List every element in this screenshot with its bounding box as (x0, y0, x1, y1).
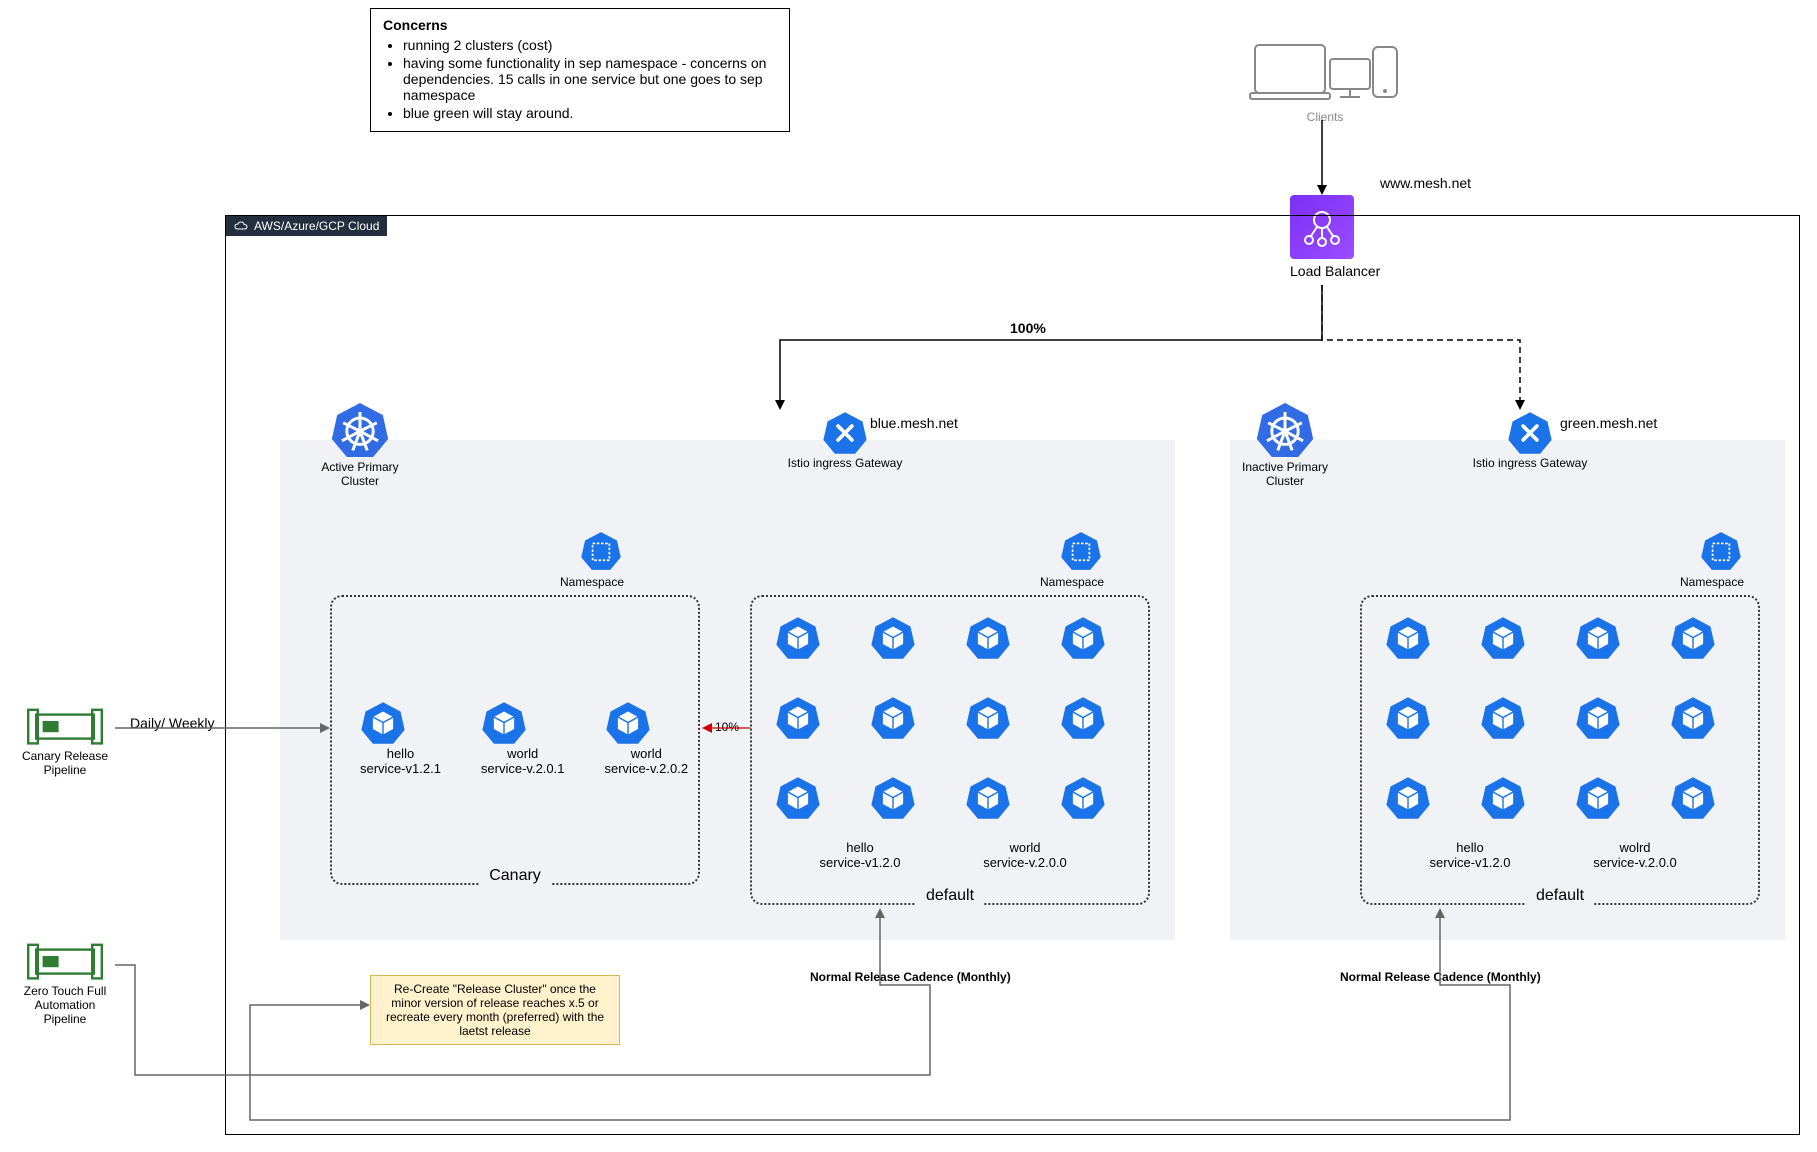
svc-name: hello (1410, 840, 1530, 855)
pipeline-icon (24, 705, 106, 749)
svc-ver: service-v.2.0.1 (481, 761, 565, 776)
blue-domain: blue.mesh.net (870, 415, 958, 431)
cube-icon (1575, 695, 1621, 741)
cube-icon (870, 615, 916, 661)
cadence-green: Normal Release Cadence (Monthly) (1340, 970, 1541, 984)
canary-pipeline: Canary Release Pipeline (15, 705, 115, 777)
cadence-blue: Normal Release Cadence (Monthly) (810, 970, 1011, 984)
concerns-box: Concerns running 2 clusters (cost) havin… (370, 8, 790, 132)
istio-blue-label: Istio ingress Gateway (755, 456, 935, 470)
namespace-icon (1060, 530, 1102, 572)
ns-canary-label: Namespace (560, 575, 624, 589)
service-item: world service-v.2.0.1 (481, 700, 565, 776)
svc-name: hello (800, 840, 920, 855)
concerns-list: running 2 clusters (cost) having some fu… (383, 37, 777, 121)
cube-icon (481, 700, 527, 746)
cube-icon (1670, 615, 1716, 661)
cube-icon (1385, 615, 1431, 661)
svc-name: hello (360, 746, 441, 761)
concerns-item: running 2 clusters (cost) (403, 37, 777, 53)
cube-icon (1480, 775, 1526, 821)
ns-default-blue-name: default (916, 887, 984, 905)
canary-services: hello service-v1.2.1 world service-v.2.0… (360, 700, 688, 776)
service-item: hello service-v1.2.0 (1410, 840, 1530, 870)
ns-default-green-label: Namespace (1680, 575, 1744, 589)
cube-icon (360, 700, 406, 746)
ns-default-green-name: default (1526, 887, 1594, 905)
concerns-item: having some functionality in sep namespa… (403, 55, 777, 103)
cube-icon (1575, 615, 1621, 661)
cube-icon (775, 695, 821, 741)
cube-icon (1060, 615, 1106, 661)
cube-icon (605, 700, 651, 746)
zero-touch-label: Zero Touch Full Automation Pipeline (15, 984, 115, 1026)
green-default-pods (1385, 615, 1720, 830)
cube-icon (1480, 615, 1526, 661)
traffic-100: 100% (1010, 320, 1046, 336)
pipeline-icon (24, 940, 106, 984)
service-item: hello service-v1.2.1 (360, 700, 441, 776)
cube-icon (1670, 775, 1716, 821)
canary-pipeline-label: Canary Release Pipeline (15, 749, 115, 777)
cube-icon (870, 775, 916, 821)
active-cluster-label: Active Primary Cluster (310, 460, 410, 488)
namespace-icon (1700, 530, 1742, 572)
blue-default-pods (775, 615, 1110, 830)
istio-icon (822, 410, 868, 456)
cube-icon (1670, 695, 1716, 741)
clients-label: Clients (1245, 110, 1405, 124)
ns-canary-name: Canary (479, 867, 551, 885)
cube-icon (1575, 775, 1621, 821)
service-item: world service-v.2.0.2 (605, 700, 689, 776)
kubernetes-icon (1255, 400, 1315, 460)
svc-ver: service-v.2.0.0 (1570, 855, 1700, 870)
cube-icon (965, 695, 1011, 741)
svc-name: world (605, 746, 689, 761)
svc-ver: service-v1.2.0 (1410, 855, 1530, 870)
kubernetes-icon (330, 400, 390, 460)
cube-icon (775, 615, 821, 661)
canary-cadence: Daily/ Weekly (130, 715, 215, 731)
namespace-icon (580, 530, 622, 572)
concerns-item: blue green will stay around. (403, 105, 777, 121)
cube-icon (1060, 695, 1106, 741)
cloud-header: AWS/Azure/GCP Cloud (226, 216, 387, 236)
inactive-cluster-label: Inactive Primary Cluster (1235, 460, 1335, 488)
k8s-inactive: Inactive Primary Cluster (1235, 400, 1335, 488)
traffic-10: 10% (715, 720, 739, 734)
cube-icon (870, 695, 916, 741)
cube-icon (1480, 695, 1526, 741)
svc-ver: service-v.2.0.0 (960, 855, 1090, 870)
istio-icon (1507, 410, 1553, 456)
cloud-tag: AWS/Azure/GCP Cloud (254, 219, 379, 233)
clients-icon (1245, 25, 1405, 110)
cube-icon (965, 615, 1011, 661)
cube-icon (775, 775, 821, 821)
k8s-active: Active Primary Cluster (310, 400, 410, 488)
svc-name: wolrd (1570, 840, 1700, 855)
svc-name: world (960, 840, 1090, 855)
cube-icon (1385, 695, 1431, 741)
ns-default-blue-label: Namespace (1040, 575, 1104, 589)
recreate-note: Re-Create "Release Cluster" once the min… (370, 975, 620, 1045)
svc-ver: service-v1.2.1 (360, 761, 441, 776)
lb-domain: www.mesh.net (1380, 175, 1471, 191)
service-item: hello service-v1.2.0 (800, 840, 920, 870)
service-item: world service-v.2.0.0 (960, 840, 1090, 870)
clients-group: Clients (1245, 25, 1405, 124)
green-domain: green.mesh.net (1560, 415, 1657, 431)
cube-icon (965, 775, 1011, 821)
istio-green-label: Istio ingress Gateway (1440, 456, 1620, 470)
cube-icon (1385, 775, 1431, 821)
cloud-icon (234, 221, 248, 232)
zero-touch-pipeline: Zero Touch Full Automation Pipeline (15, 940, 115, 1026)
svc-name: world (481, 746, 565, 761)
svc-ver: service-v1.2.0 (800, 855, 920, 870)
cube-icon (1060, 775, 1106, 821)
svc-ver: service-v.2.0.2 (605, 761, 689, 776)
service-item: wolrd service-v.2.0.0 (1570, 840, 1700, 870)
concerns-title: Concerns (383, 17, 448, 33)
